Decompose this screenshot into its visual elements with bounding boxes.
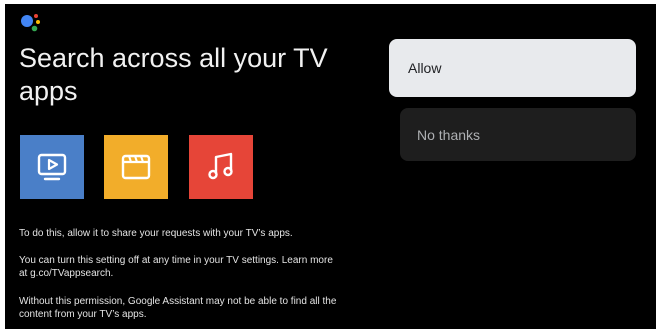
info-paragraph: You can turn this setting off at any tim… <box>19 255 333 279</box>
video-app-tile <box>20 135 84 199</box>
info-paragraph: To do this, allow it to share your reque… <box>19 228 293 239</box>
music-note-icon <box>208 152 233 180</box>
music-app-tile <box>189 135 253 199</box>
allow-button-label: Allow <box>408 60 442 76</box>
tv-screen: Search across all your TV apps To do thi… <box>5 4 656 329</box>
movies-app-tile <box>104 135 168 199</box>
video-icon <box>37 153 67 181</box>
clapperboard-icon <box>121 154 151 180</box>
google-assistant-icon <box>21 14 40 32</box>
info-paragraph: Without this permission, Google Assistan… <box>19 296 337 320</box>
no-thanks-button[interactable]: No thanks <box>400 108 636 161</box>
allow-button[interactable]: Allow <box>389 39 636 97</box>
dialog-title: Search across all your TV apps <box>19 43 328 106</box>
no-thanks-button-label: No thanks <box>417 126 481 143</box>
